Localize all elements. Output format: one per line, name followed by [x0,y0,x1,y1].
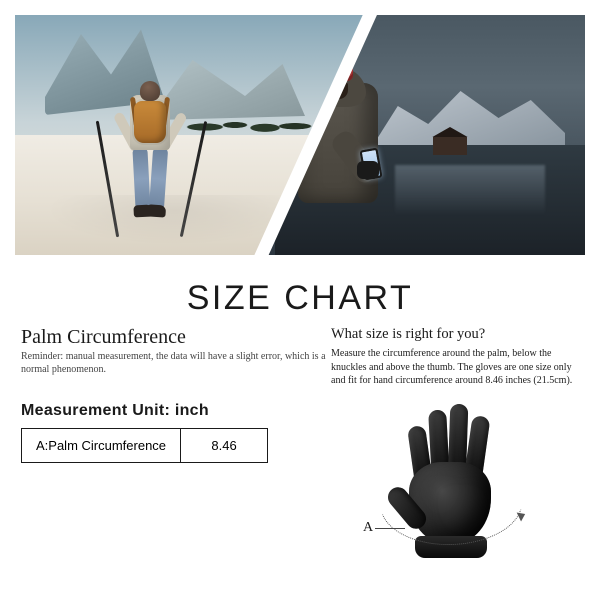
hero-banner [15,15,585,255]
glove-illustration: A [331,400,561,565]
mountain-shape [375,85,565,145]
reminder-text: Reminder: manual measurement, the data w… [21,351,331,376]
size-description: Measure the circumference around the pal… [331,347,579,388]
page-title: SIZE CHART [15,279,585,318]
table-row-value: 8.46 [181,429,268,463]
arrow-icon [517,509,528,521]
backpack [134,101,166,143]
product-infographic: SIZE CHART Palm Circumference Reminder: … [15,15,585,585]
measurement-unit-label: Measurement Unit: inch [21,402,331,420]
size-table: A:Palm Circumference 8.46 [21,428,268,463]
table-row-label: A:Palm Circumference [22,429,181,463]
palm-circumference-heading: Palm Circumference [21,326,331,349]
size-question: What size is right for you? [331,326,579,343]
cabin [433,137,467,155]
marker-label: A [363,520,373,536]
left-column: Palm Circumference Reminder: manual meas… [15,326,331,565]
content-columns: Palm Circumference Reminder: manual meas… [15,326,585,565]
right-column: What size is right for you? Measure the … [331,326,585,565]
hiker-figure [110,75,190,245]
